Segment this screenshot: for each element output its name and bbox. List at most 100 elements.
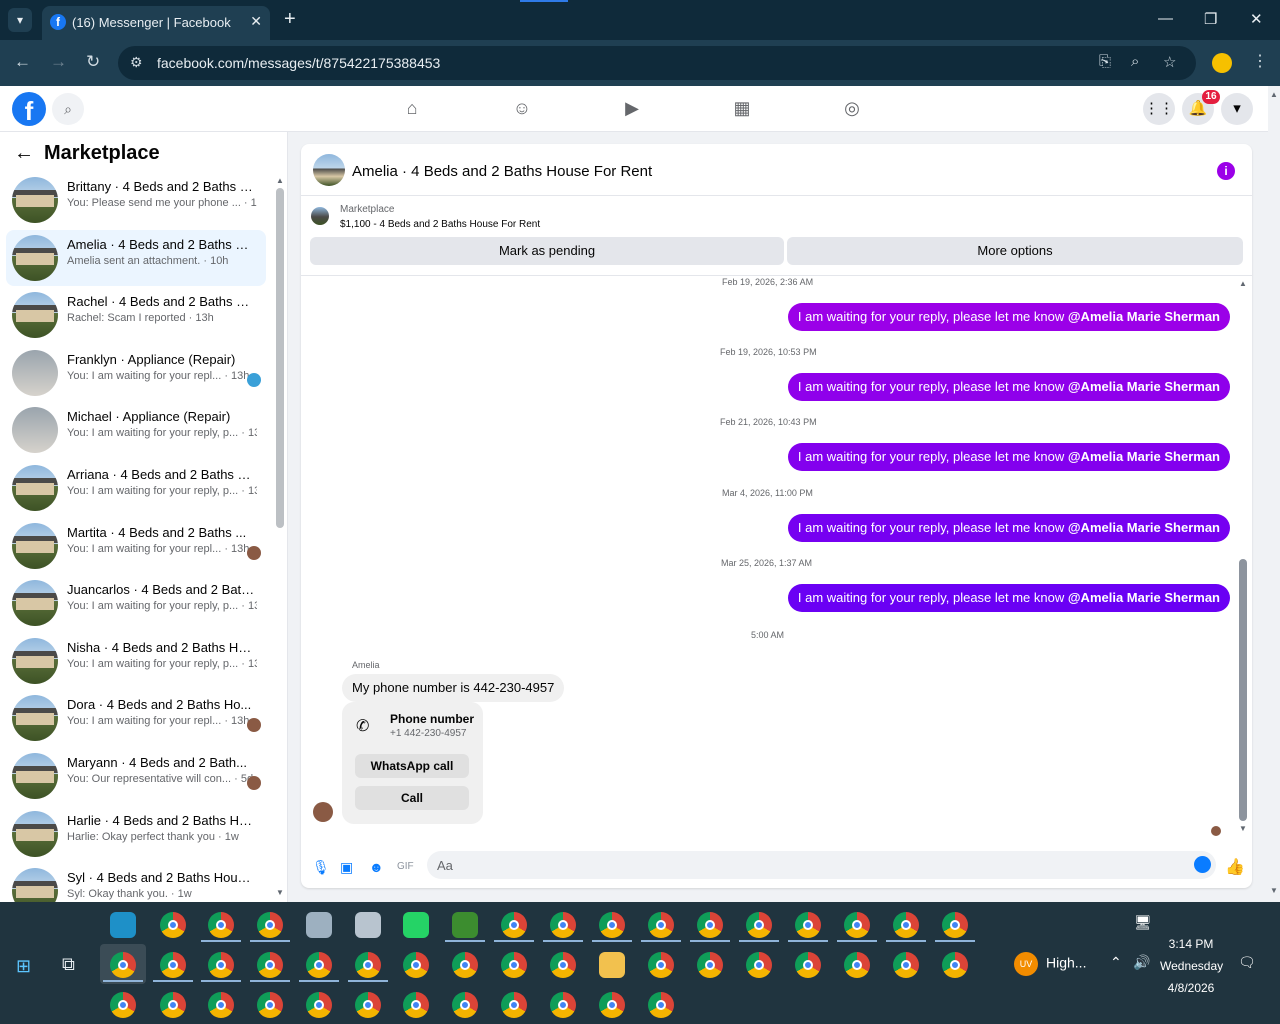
windows-start-icon[interactable]: ⊞	[16, 956, 31, 977]
outgoing-message[interactable]: I am waiting for your reply, please let …	[787, 373, 1230, 402]
chrome-taskbar-icon[interactable]	[501, 952, 527, 978]
network-icon[interactable]: 🖥	[1134, 914, 1152, 931]
chat-listing-avatar[interactable]	[313, 154, 345, 186]
bookmark-star-icon[interactable]: ☆	[1163, 53, 1176, 71]
chrome-taskbar-icon[interactable]	[257, 912, 283, 938]
chrome-taskbar-icon[interactable]	[942, 912, 968, 938]
chrome-taskbar-icon[interactable]	[844, 912, 870, 938]
chrome-taskbar-icon[interactable]	[452, 992, 478, 1018]
chrome-taskbar-icon[interactable]	[648, 992, 674, 1018]
mention-link[interactable]: @Amelia Marie Sherman	[1068, 379, 1220, 394]
system-clock[interactable]: 3:14 PM Wednesday 4/8/2026	[1160, 933, 1223, 999]
chrome-taskbar-icon[interactable]	[550, 992, 576, 1018]
chrome-taskbar-icon[interactable]	[746, 912, 772, 938]
menu-grid-icon[interactable]: ⋮⋮	[1143, 93, 1175, 125]
home-icon[interactable]: ⌂	[400, 98, 424, 120]
back-arrow-icon[interactable]: ←	[14, 142, 34, 164]
conversation-item[interactable]: Juancarlos · 4 Beds and 2 Baths ... You: …	[6, 575, 266, 631]
photo-icon[interactable]: ▣	[340, 859, 353, 876]
conversation-item[interactable]: Maryann · 4 Beds and 2 Bath... You: Our r…	[6, 748, 266, 804]
chrome-taskbar-icon[interactable]	[501, 992, 527, 1018]
microphone-icon[interactable]: 🎙	[312, 859, 330, 876]
conversation-item[interactable]: Franklyn · Appliance (Repair) You: I am w…	[6, 345, 266, 401]
chrome-taskbar-icon[interactable]	[550, 952, 576, 978]
sticker-icon[interactable]: ☻	[369, 859, 384, 875]
chrome-taskbar-icon[interactable]	[501, 912, 527, 938]
conversation-item[interactable]: Nisha · 4 Beds and 2 Baths Hou... You: I …	[6, 633, 266, 689]
video-icon[interactable]: ▶	[620, 98, 644, 120]
sender-avatar[interactable]	[313, 802, 333, 822]
zoom-icon[interactable]: ⌕	[1131, 53, 1139, 70]
call-button[interactable]: Call	[355, 786, 469, 810]
volume-icon[interactable]: 🔊	[1133, 954, 1150, 971]
page-scrollbar[interactable]: ▲ ▼	[1268, 86, 1280, 902]
mark-as-pending-button[interactable]: Mark as pending	[310, 237, 784, 265]
sidebar-scroll-up-icon[interactable]: ▲	[276, 176, 284, 185]
chrome-taskbar-icon[interactable]	[452, 952, 478, 978]
message-input[interactable]: Aa	[427, 851, 1216, 879]
chrome-taskbar-icon[interactable]	[160, 912, 186, 938]
close-window-icon[interactable]: ✕	[1250, 10, 1263, 28]
chrome-taskbar-icon[interactable]	[844, 952, 870, 978]
app-taskbar-icon[interactable]	[355, 912, 381, 938]
site-info-icon[interactable]: ⚙	[130, 54, 143, 71]
chrome-taskbar-icon[interactable]	[648, 952, 674, 978]
gaming-icon[interactable]: ◎	[840, 98, 864, 120]
more-options-button[interactable]: More options	[787, 237, 1243, 265]
chrome-taskbar-icon[interactable]	[893, 952, 919, 978]
chat-title[interactable]: Amelia · 4 Beds and 2 Baths House For Re…	[352, 163, 652, 180]
emoji-icon[interactable]	[1194, 856, 1211, 873]
conversation-item[interactable]: Michael · Appliance (Repair) You: I am wa…	[6, 402, 266, 458]
restore-icon[interactable]: ❐	[1204, 10, 1217, 28]
chrome-taskbar-icon[interactable]	[697, 952, 723, 978]
chrome-taskbar-icon[interactable]	[208, 992, 234, 1018]
chrome-taskbar-icon[interactable]	[110, 992, 136, 1018]
whatsapp-call-button[interactable]: WhatsApp call	[355, 754, 469, 778]
scroll-up-icon[interactable]: ▲	[1270, 90, 1278, 99]
weather-widget[interactable]: UV High...	[1014, 952, 1086, 976]
mention-link[interactable]: @Amelia Marie Sherman	[1068, 520, 1220, 535]
chrome-taskbar-icon[interactable]	[160, 952, 186, 978]
chrome-taskbar-icon[interactable]	[599, 992, 625, 1018]
chrome-taskbar-icon[interactable]	[648, 912, 674, 938]
chrome-taskbar-icon[interactable]	[403, 952, 429, 978]
chrome-taskbar-icon[interactable]	[257, 952, 283, 978]
conversation-item[interactable]: Martita · 4 Beds and 2 Baths ... You: I a…	[6, 518, 266, 574]
conversation-item[interactable]: Harlie · 4 Beds and 2 Baths Hou... Harlie…	[6, 806, 266, 862]
profile-avatar[interactable]	[1212, 53, 1232, 73]
conversation-item[interactable]: Syl · 4 Beds and 2 Baths House ... Syl: O…	[6, 863, 266, 902]
show-hidden-icons-icon[interactable]: ⌃	[1110, 954, 1122, 971]
conversation-item[interactable]: Arriana · 4 Beds and 2 Baths Ho... You: I…	[6, 460, 266, 516]
listing-thumbnail[interactable]	[311, 207, 329, 225]
app-taskbar-icon[interactable]	[452, 912, 478, 938]
back-icon[interactable]: ←	[14, 52, 31, 72]
info-icon[interactable]: i	[1217, 162, 1235, 180]
chrome-taskbar-icon[interactable]	[257, 992, 283, 1018]
search-icon[interactable]: ⌕	[52, 93, 84, 125]
new-tab-button[interactable]: +	[284, 8, 296, 31]
like-thumbs-up-icon[interactable]: 👍	[1225, 857, 1245, 877]
chrome-taskbar-icon[interactable]	[599, 912, 625, 938]
chrome-taskbar-icon[interactable]	[355, 992, 381, 1018]
chrome-taskbar-icon[interactable]	[160, 992, 186, 1018]
chrome-taskbar-icon[interactable]	[942, 952, 968, 978]
chrome-taskbar-icon[interactable]	[403, 992, 429, 1018]
mention-link[interactable]: @Amelia Marie Sherman	[1068, 590, 1220, 605]
facebook-logo-icon[interactable]: f	[12, 92, 46, 126]
sidebar-scroll-down-icon[interactable]: ▼	[276, 888, 284, 897]
scroll-down-icon[interactable]: ▼	[1270, 886, 1278, 895]
incoming-message[interactable]: My phone number is 442-230-4957	[342, 674, 565, 702]
chrome-taskbar-icon[interactable]	[208, 912, 234, 938]
chrome-taskbar-icon[interactable]	[306, 992, 332, 1018]
account-menu-icon[interactable]: ▾	[1221, 93, 1253, 125]
chrome-taskbar-icon[interactable]	[110, 952, 136, 978]
chrome-taskbar-icon[interactable]	[550, 912, 576, 938]
browser-tab[interactable]: f (16) Messenger | Facebook ✕	[42, 6, 270, 40]
chrome-taskbar-icon[interactable]	[306, 952, 332, 978]
chrome-taskbar-icon[interactable]	[355, 952, 381, 978]
chat-scroll-thumb[interactable]	[1239, 559, 1247, 821]
chat-scrollbar[interactable]: ▲ ▼	[1238, 279, 1248, 834]
chrome-taskbar-icon[interactable]	[746, 952, 772, 978]
chrome-taskbar-icon[interactable]	[795, 952, 821, 978]
chat-scroll-down-icon[interactable]: ▼	[1239, 824, 1247, 833]
